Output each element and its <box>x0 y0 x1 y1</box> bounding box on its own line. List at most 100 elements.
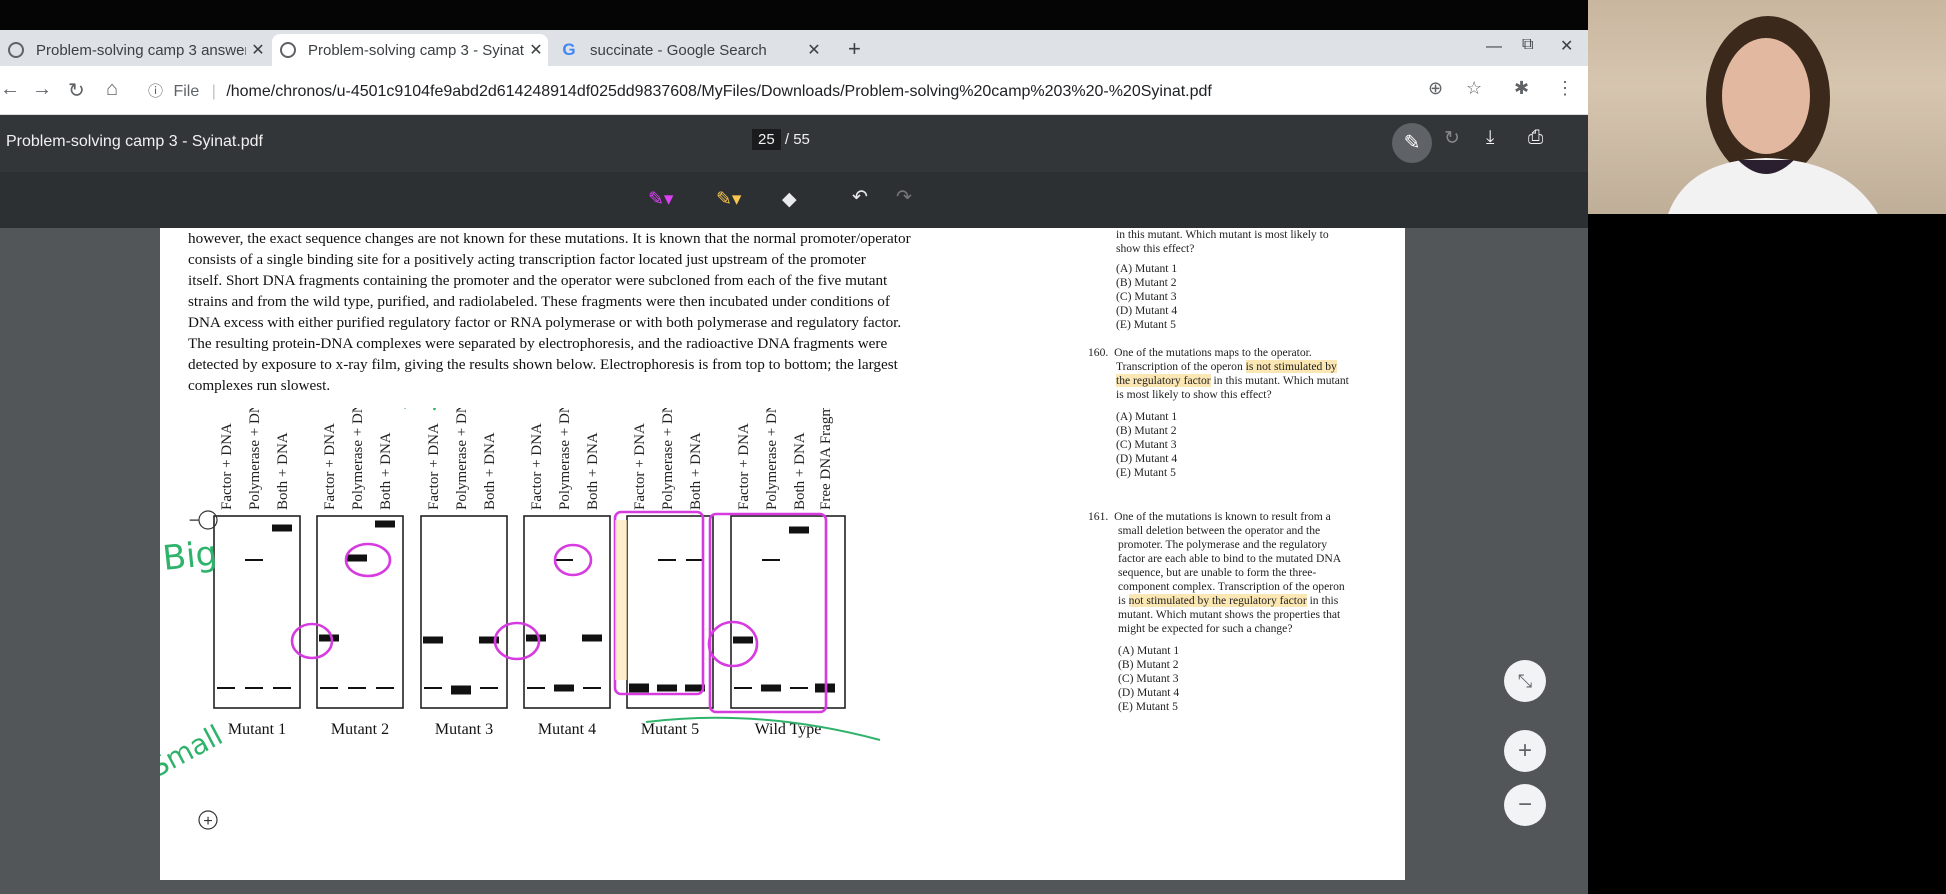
lane-label: Factor + DNA <box>219 423 235 510</box>
gel-box <box>420 515 508 709</box>
plus-sign: + <box>203 813 212 830</box>
gel-band <box>347 554 367 562</box>
gel-band <box>629 683 649 693</box>
gel-band <box>320 687 338 689</box>
highlighter-tool-icon[interactable]: ✎▾ <box>716 188 741 211</box>
lane-label: Both + DNA <box>275 432 291 510</box>
menu-icon[interactable]: ⋮ <box>1556 78 1574 99</box>
google-icon: G <box>562 40 576 59</box>
passage-line: DNA excess with either purified regulato… <box>188 314 902 331</box>
gel-band <box>527 687 545 689</box>
gel-band <box>376 687 394 689</box>
eraser-icon[interactable]: ◆ <box>782 188 797 211</box>
gel-band <box>245 687 263 689</box>
gel-band <box>789 526 809 534</box>
q160-text: 160. One of the mutations maps to the op… <box>1088 346 1388 360</box>
handwritten-big: Big <box>161 533 219 578</box>
face <box>1722 38 1810 154</box>
q160-text: the regulatory factor in this mutant. Wh… <box>1116 374 1388 388</box>
close-icon[interactable]: ✕ <box>524 40 548 60</box>
group-label: Mutant 3 <box>435 721 493 738</box>
lane-label: Polymerase + DNA <box>764 408 780 510</box>
q161-line: small deletion between the operator and … <box>1118 524 1321 537</box>
tab-answers[interactable]: Problem-solving camp 3 answer ✕ <box>0 34 270 66</box>
rotate-icon[interactable]: ↻ <box>1444 127 1460 150</box>
passage-line: complexes run slowest. <box>188 377 331 394</box>
globe-icon <box>8 42 24 58</box>
q161-line: might be expected for such a change? <box>1118 622 1293 635</box>
gel-box <box>626 515 714 709</box>
close-window-icon[interactable]: ✕ <box>1560 36 1573 56</box>
gel-band <box>423 636 443 644</box>
fit-page-icon[interactable]: ⤡ <box>1504 660 1546 702</box>
gel-band <box>555 559 573 561</box>
gel-band <box>348 687 366 689</box>
ink-spacer <box>392 784 394 786</box>
print-icon[interactable]: ⎙ <box>1528 127 1543 149</box>
gel-band <box>658 559 676 561</box>
q161-line: mutant. Which mutant shows the propertie… <box>1118 608 1341 621</box>
annotate-pen-icon[interactable]: ✎ <box>1392 123 1432 163</box>
q161-option: (C) Mutant 3 <box>1118 672 1179 685</box>
undo-icon[interactable]: ↶ <box>852 186 868 209</box>
gel-band <box>686 559 704 561</box>
restore-icon[interactable]: ⧉ <box>1522 36 1533 54</box>
q160-line: Transcription of the operon <box>1116 360 1246 373</box>
lane-label: Both + DNA <box>688 432 704 510</box>
download-icon[interactable]: ⤓ <box>1486 127 1494 149</box>
q161-option: (B) Mutant 2 <box>1118 658 1179 671</box>
tab-syinat[interactable]: Problem-solving camp 3 - Syinat ✕ <box>272 34 548 66</box>
q160-option: (C) Mutant 3 <box>1116 438 1177 451</box>
gel-group: Factor + DNA Polymerase + DNA Both + DNA Mu… <box>213 408 301 738</box>
gel-group: Factor + DNA Polymerase + DNA Both + DNA Mu… <box>626 408 714 738</box>
question-column: in this mutant. Which mutant is most lik… <box>1088 228 1388 714</box>
pdf-title: Problem-solving camp 3 - Syinat.pdf <box>6 133 263 150</box>
close-icon[interactable]: ✕ <box>246 40 270 60</box>
group-label: Mutant 5 <box>641 721 699 738</box>
globe-icon <box>280 42 296 58</box>
q160-line: One of the mutations maps to the operato… <box>1114 346 1312 359</box>
info-icon[interactable]: ⓘ <box>148 83 163 100</box>
home-icon[interactable]: ⌂ <box>106 78 118 101</box>
q159-text: show this effect? <box>1116 242 1195 255</box>
bookmark-star-icon[interactable]: ☆ <box>1466 78 1482 99</box>
person-silhouette <box>1668 16 1878 214</box>
pen-tool-icon[interactable]: ✎▾ <box>648 188 673 211</box>
gel-band <box>761 684 781 692</box>
address-bar: ← → ↻ ⌂ ⓘ File | /home/chronos/u-4501c91… <box>0 66 1588 115</box>
redo-icon[interactable]: ↷ <box>896 186 912 209</box>
url-field[interactable]: ⓘ File | /home/chronos/u-4501c9104fe9abd… <box>148 80 1212 101</box>
close-icon[interactable]: ✕ <box>802 40 826 60</box>
extensions-icon[interactable]: ✱ <box>1514 78 1529 99</box>
lane-label: Polymerase + DNA <box>247 408 263 510</box>
q161-highlight: not stimulated by the regulatory factor <box>1128 594 1307 607</box>
gel-groups: Factor + DNA Polymerase + DNA Both + DNA Mu… <box>213 408 846 738</box>
handwritten-small: Small <box>160 719 228 785</box>
lane-label: Polymerase + DNA <box>557 408 573 510</box>
zoom-out-button[interactable]: − <box>1504 784 1546 826</box>
page-number-input[interactable]: 25 <box>752 129 781 150</box>
new-tab-button[interactable]: + <box>848 36 861 62</box>
forward-icon[interactable]: → <box>32 78 52 101</box>
zoom-icon[interactable]: ⊕ <box>1428 78 1443 99</box>
gel-band <box>583 687 601 689</box>
q159-text: in this mutant. Which mutant is most lik… <box>1116 228 1329 241</box>
back-icon[interactable]: ← <box>0 78 20 101</box>
minimize-icon[interactable]: — <box>1486 38 1502 56</box>
gel-band <box>424 687 442 689</box>
q160-option: (A) Mutant 1 <box>1116 410 1178 423</box>
passage-line: The resulting protein-DNA complexes were… <box>188 335 888 352</box>
pdf-toolbar: Problem-solving camp 3 - Syinat.pdf 25 /… <box>0 115 1588 172</box>
lane-label: Both + DNA <box>585 432 601 510</box>
zoom-in-button[interactable]: + <box>1504 730 1546 772</box>
lane-label: Factor + DNA <box>322 423 338 510</box>
gel-band <box>733 636 753 644</box>
url-separator: | <box>211 83 216 100</box>
gel-box <box>730 515 846 709</box>
ink-circle <box>708 512 828 714</box>
q160-option: (D) Mutant 4 <box>1116 452 1178 465</box>
webcam-video <box>1588 0 1946 214</box>
reload-icon[interactable]: ↻ <box>68 78 85 103</box>
q161-line: in this <box>1306 594 1339 607</box>
tab-google-search[interactable]: G succinate - Google Search ✕ <box>552 34 826 66</box>
